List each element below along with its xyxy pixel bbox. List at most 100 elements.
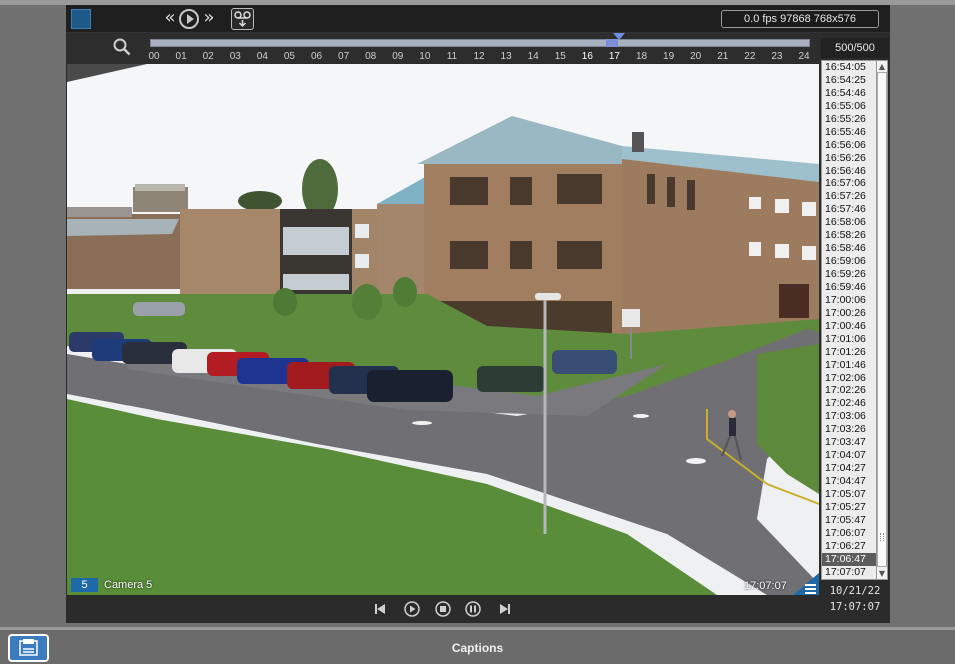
time-list-item[interactable]: 17:06:07: [822, 527, 876, 540]
time-list-item[interactable]: 17:00:26: [822, 307, 876, 320]
time-list-item[interactable]: 16:59:06: [822, 255, 876, 268]
timeline-tick-label: 10: [419, 51, 431, 62]
video-timestamp: 17:07:07: [744, 580, 787, 592]
timeline-tick-label: 12: [473, 51, 485, 62]
time-list-item[interactable]: 16:58:06: [822, 216, 876, 229]
timeline-tick-label: 15: [554, 51, 566, 62]
fast-forward-icon[interactable]: »: [200, 8, 218, 30]
timeline-tick-label: 03: [229, 51, 241, 62]
captions-label[interactable]: Captions: [0, 634, 955, 662]
current-time: 17:07:07: [829, 601, 881, 613]
time-list-item[interactable]: 16:56:46: [822, 165, 876, 178]
timeline-tick-label: 02: [202, 51, 214, 62]
time-list-item[interactable]: 17:01:26: [822, 346, 876, 359]
timeline-position-marker[interactable]: [606, 39, 618, 47]
time-list-item[interactable]: 17:06:47: [822, 552, 876, 566]
timeline-tick-label: 06: [310, 51, 323, 62]
menu-icon[interactable]: [793, 573, 819, 595]
scroll-down-icon[interactable]: ▼: [877, 568, 887, 579]
play-icon[interactable]: [179, 9, 199, 29]
timeline-tick-label: 01: [175, 51, 187, 62]
timeline-tick-label: 07: [338, 51, 350, 62]
timeline-tick-label: 11: [446, 51, 458, 62]
stop-icon[interactable]: [435, 601, 451, 617]
time-list-item[interactable]: 16:55:26: [822, 113, 876, 126]
time-list-item[interactable]: 16:58:46: [822, 242, 876, 255]
time-list-item[interactable]: 16:57:26: [822, 190, 876, 203]
time-list-item[interactable]: 17:00:46: [822, 320, 876, 333]
time-list-item[interactable]: 16:59:26: [822, 268, 876, 281]
time-list-item[interactable]: 17:05:47: [822, 514, 876, 527]
timeline-tick-label: 09: [392, 51, 404, 62]
timeline-track[interactable]: [150, 39, 810, 47]
time-list-item[interactable]: 17:04:47: [822, 475, 876, 488]
export-button[interactable]: [231, 8, 254, 30]
camera-number-badge[interactable]: 5: [71, 578, 98, 592]
scroll-up-icon[interactable]: ▲: [877, 61, 887, 72]
time-list-item[interactable]: 17:04:27: [822, 462, 876, 475]
play-button-icon[interactable]: [404, 601, 420, 617]
timeline-tick-label: 20: [690, 51, 702, 62]
current-date: 10/21/22: [829, 585, 881, 597]
pause-icon[interactable]: [465, 601, 481, 617]
time-list-item[interactable]: 16:54:46: [822, 87, 876, 100]
timeline-tick-label: 17: [608, 51, 620, 62]
rewind-icon[interactable]: «: [161, 8, 179, 30]
fps-status: 0.0 fps 97868 768x576: [721, 10, 879, 28]
scroll-thumb[interactable]: [877, 72, 887, 567]
time-list-item[interactable]: 17:05:27: [822, 501, 876, 514]
video-viewport[interactable]: [67, 64, 819, 595]
camera-name-label: Camera 5: [104, 579, 153, 591]
time-list-item[interactable]: 16:54:05: [822, 61, 876, 74]
time-list-item[interactable]: 16:57:46: [822, 203, 876, 216]
timeline-tick-label: 14: [527, 51, 539, 62]
step-back-icon[interactable]: [373, 601, 389, 617]
timeline-tick-label: 08: [365, 51, 377, 62]
time-list-item[interactable]: 16:57:06: [822, 177, 876, 190]
time-list-item[interactable]: 17:01:46: [822, 359, 876, 372]
time-list-item[interactable]: 17:05:07: [822, 488, 876, 501]
camera-scene-image: [67, 64, 819, 595]
time-list-item[interactable]: 17:00:06: [822, 294, 876, 307]
current-datetime: 10/21/22 17:07:07: [821, 583, 889, 619]
time-list-item[interactable]: 16:54:25: [822, 74, 876, 87]
export-icon: [234, 11, 251, 28]
time-list-item[interactable]: 17:07:07: [822, 566, 876, 579]
timeline-tick-label: 24: [798, 51, 810, 62]
timeline-tick-label: 04: [256, 51, 268, 62]
time-list-scrollbar[interactable]: ▲ ▼: [876, 60, 888, 580]
timeline-tick-label: 19: [663, 51, 675, 62]
time-list-item[interactable]: 17:02:46: [822, 397, 876, 410]
time-list-item[interactable]: 16:58:26: [822, 229, 876, 242]
time-list-item[interactable]: 17:06:27: [822, 540, 876, 553]
timeline-tick-label: 13: [500, 51, 512, 62]
time-list-item[interactable]: 16:56:26: [822, 152, 876, 165]
time-list-item[interactable]: 16:59:46: [822, 281, 876, 294]
thumb-grip: [880, 533, 884, 541]
print-button[interactable]: [8, 634, 49, 662]
step-forward-icon[interactable]: [496, 601, 512, 617]
timeline-tick-label: 22: [744, 51, 756, 62]
time-list-item[interactable]: 16:55:06: [822, 100, 876, 113]
timeline-tick-label: 05: [283, 51, 295, 62]
recording-time-list[interactable]: 16:54:05 16:54:25 16:54:46 16:55:06 16:55:26…: [821, 60, 877, 580]
time-list-item[interactable]: 17:02:06: [822, 372, 876, 385]
time-list-item[interactable]: 17:03:06: [822, 410, 876, 423]
timeline-tick-label: 16: [581, 51, 593, 62]
time-list-item[interactable]: 16:55:46: [822, 126, 876, 139]
timeline-position-arrow[interactable]: [613, 33, 625, 40]
time-list-item[interactable]: 17:04:07: [822, 449, 876, 462]
timeline-tick-label: 18: [635, 51, 648, 62]
timeline-tick-label: 23: [771, 51, 783, 62]
print-icon: [19, 639, 38, 656]
zoom-icon[interactable]: [113, 38, 131, 56]
frame-counter: 500/500: [821, 38, 889, 58]
time-list-item[interactable]: 17:03:47: [822, 436, 876, 449]
time-list-item[interactable]: 17:02:26: [822, 384, 876, 397]
time-list-item[interactable]: 16:56:06: [822, 139, 876, 152]
camera-select-button[interactable]: [71, 9, 91, 29]
timeline-tick-label: 00: [148, 51, 160, 62]
timeline-tick-label: 21: [717, 51, 729, 62]
time-list-item[interactable]: 17:03:26: [822, 423, 876, 436]
time-list-item[interactable]: 17:01:06: [822, 333, 876, 346]
